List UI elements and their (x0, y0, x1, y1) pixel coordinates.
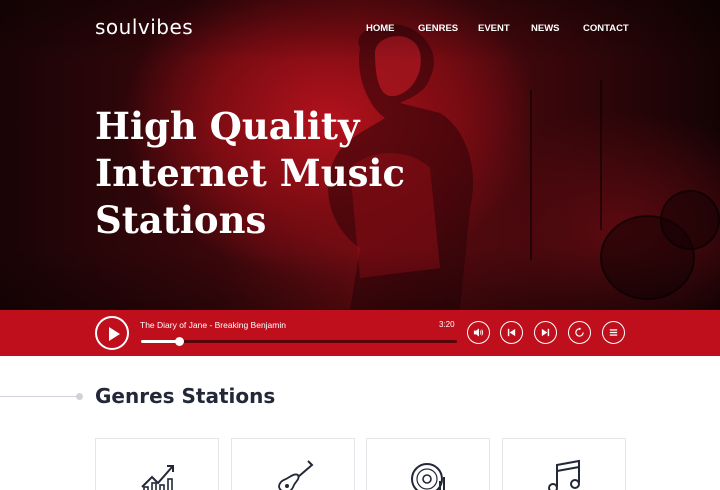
track-time: 3:20 (439, 320, 455, 329)
volume-icon (473, 328, 484, 337)
menu-list-icon (609, 329, 618, 336)
section-title: Genres Stations (95, 384, 276, 408)
previous-button[interactable] (500, 321, 523, 344)
vinyl-record-icon (411, 463, 445, 490)
progress-fill (141, 340, 179, 343)
genre-card[interactable] (502, 438, 626, 490)
hero-banner: soulvibes HOME GENRES EVENT NEWS CONTACT… (0, 0, 720, 310)
genre-card[interactable] (95, 438, 219, 490)
section-divider-dot (76, 393, 83, 400)
play-icon (109, 327, 120, 341)
skip-back-icon (507, 328, 516, 337)
nav-genres[interactable]: GENRES (418, 23, 458, 34)
volume-button[interactable] (467, 321, 490, 344)
genre-card[interactable] (231, 438, 355, 490)
hero-title-line: High Quality (95, 104, 360, 148)
hero-title: High Quality Internet Music Stations (95, 103, 425, 244)
nav-home[interactable]: HOME (366, 23, 395, 34)
playlist-button[interactable] (602, 321, 625, 344)
repeat-button[interactable] (568, 321, 591, 344)
skip-forward-icon (541, 328, 550, 337)
hero-title-line: Stations (95, 198, 267, 242)
nav-contact[interactable]: CONTACT (583, 23, 629, 34)
progress-knob[interactable] (175, 337, 184, 346)
nav-event[interactable]: EVENT (478, 23, 510, 34)
genre-card[interactable] (366, 438, 490, 490)
next-button[interactable] (534, 321, 557, 344)
repeat-icon (575, 327, 584, 337)
hero-title-line: Internet Music (95, 151, 406, 195)
electric-guitar-icon (278, 460, 314, 490)
site-logo[interactable]: soulvibes (95, 15, 193, 39)
progress-bar[interactable] (141, 337, 457, 346)
music-notes-icon (548, 459, 580, 490)
chart-growth-icon (141, 465, 174, 490)
nav-news[interactable]: NEWS (531, 23, 560, 34)
section-divider-line (0, 396, 78, 397)
track-title: The Diary of Jane - Breaking Benjamin (140, 320, 286, 330)
play-button[interactable] (95, 316, 129, 350)
